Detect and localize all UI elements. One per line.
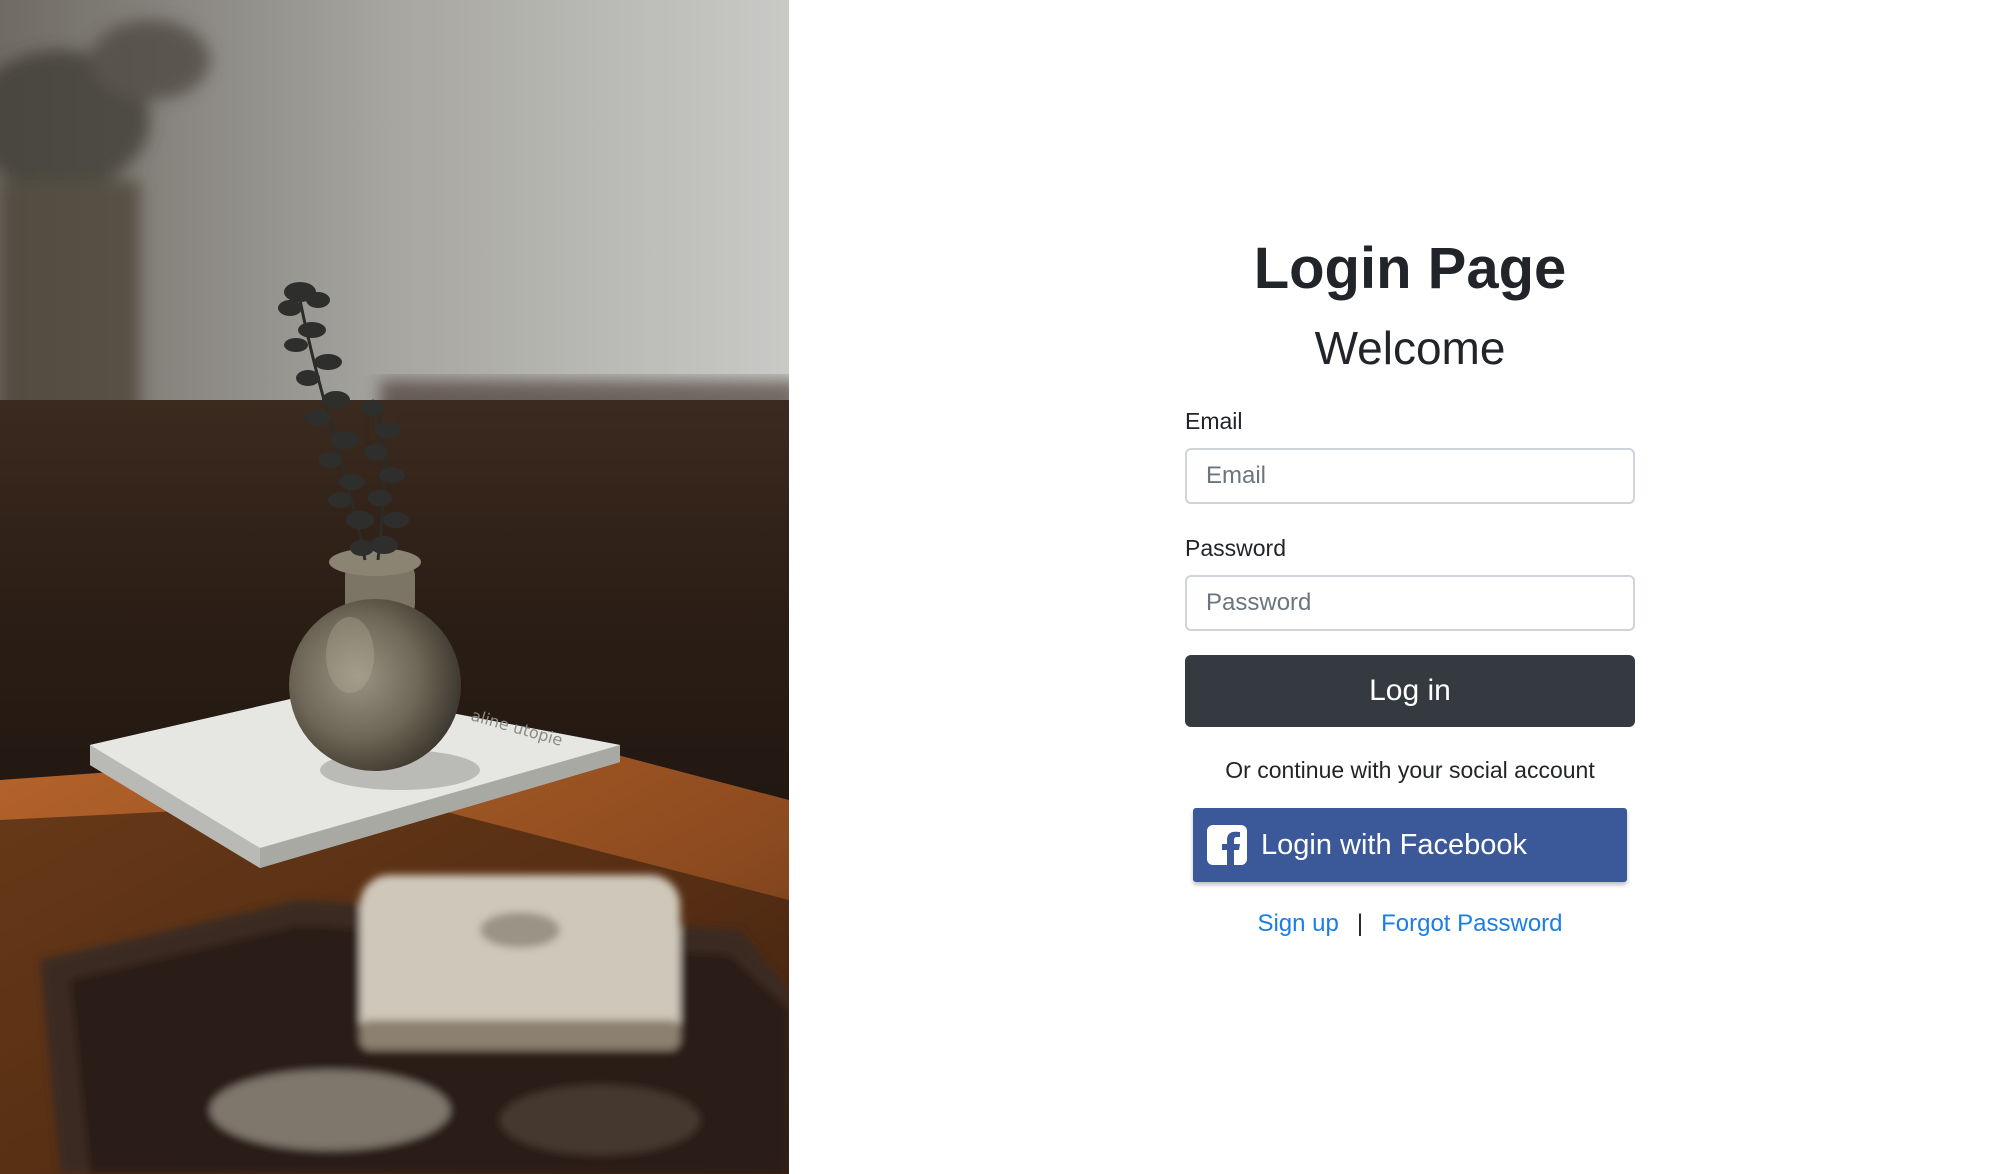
link-separator: | [1356, 910, 1364, 937]
facebook-login-label: Login with Facebook [1261, 828, 1527, 861]
page-title: Login Page [1253, 236, 1567, 301]
email-label: Email [1185, 408, 1243, 434]
welcome-heading: Welcome [1314, 322, 1506, 374]
auth-links: Sign up | Forgot Password [1185, 908, 1635, 940]
sign-up-link[interactable]: Sign up [1257, 910, 1338, 937]
forgot-password-link[interactable]: Forgot Password [1381, 910, 1562, 937]
login-button[interactable]: Log in [1185, 655, 1635, 727]
social-login-text: Or continue with your social account [1225, 757, 1595, 783]
login-form: Login Page Welcome Email Password Log in… [1185, 228, 1635, 940]
facebook-login-button[interactable]: Login with Facebook [1193, 808, 1627, 882]
email-input[interactable] [1185, 448, 1635, 504]
form-panel: Login Page Welcome Email Password Log in… [789, 0, 1990, 1174]
password-label: Password [1185, 535, 1286, 561]
login-page: aline utopie Login Page Welcome Email Em… [0, 0, 1990, 1174]
hero-photo: aline utopie [0, 0, 789, 1174]
facebook-icon [1207, 825, 1247, 865]
password-input[interactable] [1185, 575, 1635, 631]
